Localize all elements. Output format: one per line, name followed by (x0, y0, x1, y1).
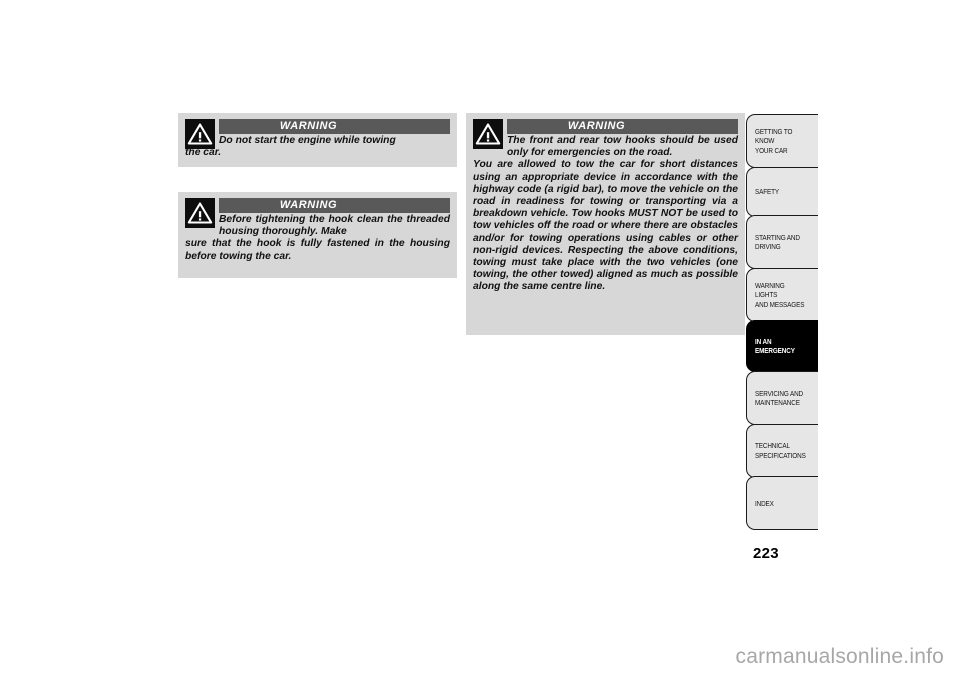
warning-body-text: sure that the hook is fully fastened in … (185, 238, 450, 262)
warning-box-tow-hooks-usage: WARNING The front and rear tow hooks sho… (466, 113, 745, 335)
sidebar-tab-label: GETTING TO KNOW YOUR CAR (755, 126, 793, 155)
sidebar-tab-label: SAFETY (755, 186, 779, 196)
warning-box-tighten-hook: WARNING Before tightening the hook clean… (178, 192, 457, 278)
sidebar-tab-label: IN AN EMERGENCY (755, 337, 795, 356)
warning-header-bar: WARNING (507, 119, 738, 134)
sidebar-tab-servicing-and-maintenance[interactable]: SERVICING AND MAINTENANCE (746, 371, 818, 426)
warning-header-bar: WARNING (219, 119, 450, 134)
sidebar-tab-warning-lights-and-messages[interactable]: WARNING LIGHTS AND MESSAGES (746, 267, 818, 322)
warning-header-label: WARNING (279, 199, 338, 211)
section-tabs: GETTING TO KNOW YOUR CAR SAFETY STARTING… (746, 114, 818, 531)
sidebar-tab-label: INDEX (755, 498, 774, 508)
warning-body: Do not start the engine while towing the… (185, 135, 450, 159)
sidebar-tab-in-an-emergency[interactable]: IN AN EMERGENCY (746, 320, 818, 373)
sidebar-tab-starting-and-driving[interactable]: STARTING AND DRIVING (746, 215, 818, 270)
warning-triangle-icon (185, 119, 215, 149)
sidebar-tab-label: TECHNICAL SPECIFICATIONS (755, 441, 806, 460)
manual-page: WARNING Do not start the engine while to… (0, 0, 960, 679)
warning-triangle-icon (185, 198, 215, 228)
sidebar-tab-index[interactable]: INDEX (746, 476, 818, 531)
warning-header-label: WARNING (567, 120, 626, 132)
warning-header-bar: WARNING (219, 198, 450, 213)
sidebar-tab-label: SERVICING AND MAINTENANCE (755, 388, 804, 408)
sidebar-tab-technical-specifications[interactable]: TECHNICAL SPECIFICATIONS (746, 423, 818, 478)
sidebar-tab-label: WARNING LIGHTS AND MESSAGES (755, 280, 805, 309)
warning-header-label: WARNING (279, 120, 338, 132)
warning-body-indented: The front and rear tow hooks should be u… (507, 135, 738, 159)
warning-body: Before tightening the hook clean the thr… (185, 214, 450, 263)
warning-body: The front and rear tow hooks should be u… (473, 135, 738, 294)
site-watermark: carmanualsonline.info (735, 645, 944, 668)
sidebar-tab-label: STARTING AND DRIVING (755, 232, 800, 252)
sidebar-tab-getting-to-know-your-car[interactable]: GETTING TO KNOW YOUR CAR (746, 114, 818, 168)
warning-box-do-not-start-engine: WARNING Do not start the engine while to… (178, 113, 457, 167)
page-number: 223 (753, 545, 779, 562)
warning-body-indented: Before tightening the hook clean the thr… (219, 214, 450, 238)
sidebar-tab-safety[interactable]: SAFETY (746, 166, 818, 217)
warning-body-text: You are allowed to tow the car for short… (473, 159, 738, 293)
warning-triangle-icon (473, 119, 503, 149)
warning-body-indented: Do not start the engine while towing (219, 135, 396, 146)
